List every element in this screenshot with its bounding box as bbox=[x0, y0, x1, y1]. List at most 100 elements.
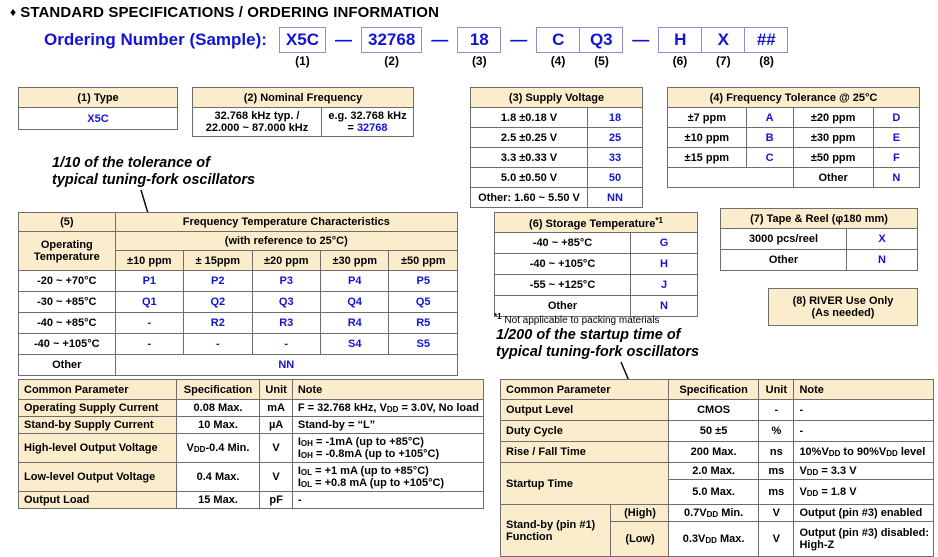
freq-temp-code: R4 bbox=[319, 312, 390, 334]
frequency-tolerance-code-a: A bbox=[745, 107, 794, 128]
type-table-value: X5C bbox=[18, 107, 178, 130]
storage-temperature-code: G bbox=[630, 232, 698, 254]
supply-voltage-spec: 1.8 ±0.18 V bbox=[470, 107, 588, 128]
ordering-segment: C Q3 (4) (5) bbox=[536, 27, 624, 68]
table-row: Operating Supply Current 0.08 Max. mA F = 3… bbox=[18, 399, 485, 417]
annotation-tolerance-line2: typical tuning-fork oscillators bbox=[52, 172, 256, 188]
ordering-box-1[interactable]: X5C bbox=[278, 27, 326, 53]
frequency-tolerance-code-b: N bbox=[872, 167, 921, 188]
ordering-caption-3: (3) bbox=[471, 54, 487, 68]
table-row: -30 ~ +85°C Q1 Q2 Q3 Q4 Q5 bbox=[18, 291, 458, 313]
ordering-caption-row: (2) bbox=[361, 54, 422, 68]
freq-temp-code: P2 bbox=[183, 270, 253, 292]
storage-temperature-footnote: *1 Not applicable to packing materials bbox=[494, 312, 659, 326]
parameter-table-right: Common Parameter Specification Unit Note Ou… bbox=[500, 379, 934, 557]
tape-reel-code: N bbox=[846, 249, 918, 271]
table-row: Rise / Fall Time 200 Max. ns 10%VDD to 90%V… bbox=[500, 441, 934, 463]
parameter-right-header-3: Unit bbox=[758, 379, 795, 400]
tape-reel-spec: 3000 pcs/reel bbox=[720, 228, 847, 250]
ordering-box-8[interactable]: ## bbox=[744, 27, 789, 53]
freq-temp-corner-label-line2: Temperature bbox=[33, 251, 100, 263]
freq-temp-code: - bbox=[114, 333, 185, 355]
freq-temp-column-2: ± 15ppm bbox=[183, 250, 253, 271]
table-row: ±10 ppm B ±30 ppm E bbox=[667, 127, 921, 148]
ordering-segment-boxes: C Q3 bbox=[536, 27, 624, 53]
ordering-box-2[interactable]: 32768 bbox=[361, 27, 423, 53]
supply-voltage-code: NN bbox=[587, 187, 643, 208]
freq-temp-code: - bbox=[183, 333, 253, 355]
parameter-left-spec: 0.4 Max. bbox=[175, 462, 261, 492]
annotation-startup-line1: 1/200 of the startup time of bbox=[496, 327, 681, 343]
frequency-tolerance-table: (4) Frequency Tolerance @ 25°C ±7 ppm A ±2… bbox=[667, 87, 921, 188]
freq-temp-code: - bbox=[114, 312, 185, 334]
ordering-caption-8: (8) bbox=[759, 54, 774, 68]
parameter-right-unit: V bbox=[758, 504, 795, 522]
table-row: -40 ~ +105°C H bbox=[494, 253, 698, 275]
ordering-caption-7: (7) bbox=[715, 54, 731, 68]
freq-temp-range: -30 ~ +85°C bbox=[18, 291, 116, 313]
nominal-frequency-span: 22.000 ~ 87.000 kHz bbox=[205, 122, 309, 134]
ordering-separator-dash: — bbox=[632, 30, 650, 49]
storage-temperature-header-footnote-marker: *1 bbox=[655, 215, 663, 225]
freq-temp-code: P3 bbox=[251, 270, 321, 292]
ordering-separator-dash: — bbox=[431, 30, 449, 49]
ordering-segment-boxes: H X ## bbox=[658, 27, 789, 53]
footnote-marker: *1 bbox=[494, 312, 502, 321]
ordering-segment-boxes: 32768 bbox=[361, 27, 423, 53]
supply-voltage-code: 50 bbox=[587, 167, 643, 188]
parameter-right-header-row: Common Parameter Specification Unit Note bbox=[500, 379, 934, 400]
parameter-left-header-4: Note bbox=[291, 379, 485, 400]
ordering-segment: 18 (3) bbox=[457, 27, 502, 68]
nominal-frequency-equals: = bbox=[347, 122, 357, 134]
parameter-right-note: VDD = 3.3 V bbox=[793, 462, 934, 480]
parameter-left-spec: 10 Max. bbox=[175, 416, 261, 434]
freq-temp-code: P1 bbox=[114, 270, 185, 292]
tape-reel-code: X bbox=[846, 228, 918, 250]
freq-temp-code: R2 bbox=[183, 312, 253, 334]
supply-voltage-spec: Other: 1.60 ~ 5.50 V bbox=[470, 187, 588, 208]
parameter-right-spec: 2.0 Max. bbox=[667, 462, 760, 480]
freq-temp-column-4: ±30 ppm bbox=[319, 250, 390, 271]
ordering-segment: X5C (1) bbox=[278, 27, 326, 68]
freq-temp-code: Q5 bbox=[388, 291, 458, 313]
frequency-tolerance-code-b: D bbox=[872, 107, 921, 128]
ordering-caption-2: (2) bbox=[384, 54, 399, 68]
parameter-right-spec: 0.3VDD Max. bbox=[667, 521, 760, 557]
ordering-segment: H X ## (6) (7) (8) bbox=[658, 27, 789, 68]
parameter-left-name: Stand-by Supply Current bbox=[18, 416, 177, 434]
ordering-box-6[interactable]: H bbox=[658, 27, 702, 53]
freq-temp-code: P4 bbox=[319, 270, 390, 292]
freq-temp-column-5: ±50 ppm bbox=[388, 250, 458, 271]
footnote-text: Not applicable to packing materials bbox=[501, 315, 660, 326]
tape-reel-header: (7) Tape & Reel (φ180 mm) bbox=[720, 208, 918, 229]
type-table-header: (1) Type bbox=[18, 87, 178, 108]
nominal-frequency-range: 32.768 kHz typ. / 22.000 ~ 87.000 kHz bbox=[192, 107, 322, 137]
page-title: ♦ STANDARD SPECIFICATIONS / ORDERING INFO… bbox=[10, 4, 439, 21]
table-row: Other N bbox=[667, 167, 921, 188]
parameter-right-note: 10%VDD to 90%VDD level bbox=[793, 441, 934, 463]
ordering-caption-row: (3) bbox=[457, 54, 501, 68]
parameter-right-spec: 5.0 Max. bbox=[667, 479, 760, 505]
freq-temp-range: -40 ~ +105°C bbox=[18, 333, 116, 355]
freq-temp-header-line1: Frequency Temperature Characteristics bbox=[114, 212, 459, 232]
table-row: Other N bbox=[720, 249, 918, 271]
parameter-table-left: Common Parameter Specification Unit Note Op… bbox=[18, 379, 485, 509]
type-table: (1) Type X5C bbox=[18, 87, 178, 130]
ordering-box-3[interactable]: 18 bbox=[457, 27, 502, 53]
parameter-left-unit: pF bbox=[259, 491, 293, 509]
annotation-tolerance: 1/10 of the tolerance of typical tuning-… bbox=[52, 155, 255, 189]
ordering-box-5[interactable]: Q3 bbox=[579, 27, 624, 53]
parameter-right-header-4: Note bbox=[793, 379, 934, 400]
ordering-box-4[interactable]: C bbox=[536, 27, 580, 53]
annotation-startup: 1/200 of the startup time of typical tun… bbox=[496, 327, 699, 361]
freq-temp-column-3: ±20 ppm bbox=[251, 250, 321, 271]
table-row: Output Load 15 Max. pF - bbox=[18, 491, 485, 509]
ordering-box-7[interactable]: X bbox=[701, 27, 745, 53]
freq-temp-code: R3 bbox=[251, 312, 321, 334]
nominal-frequency-header: (2) Nominal Frequency bbox=[192, 87, 414, 108]
parameter-left-unit: V bbox=[259, 462, 293, 492]
parameter-left-spec: VDD-0.4 Min. bbox=[175, 433, 261, 463]
table-row: Other: 1.60 ~ 5.50 V NN bbox=[470, 187, 643, 208]
frequency-tolerance-header: (4) Frequency Tolerance @ 25°C bbox=[667, 87, 920, 108]
page-title-text: STANDARD SPECIFICATIONS / ORDERING INFOR… bbox=[20, 4, 439, 21]
